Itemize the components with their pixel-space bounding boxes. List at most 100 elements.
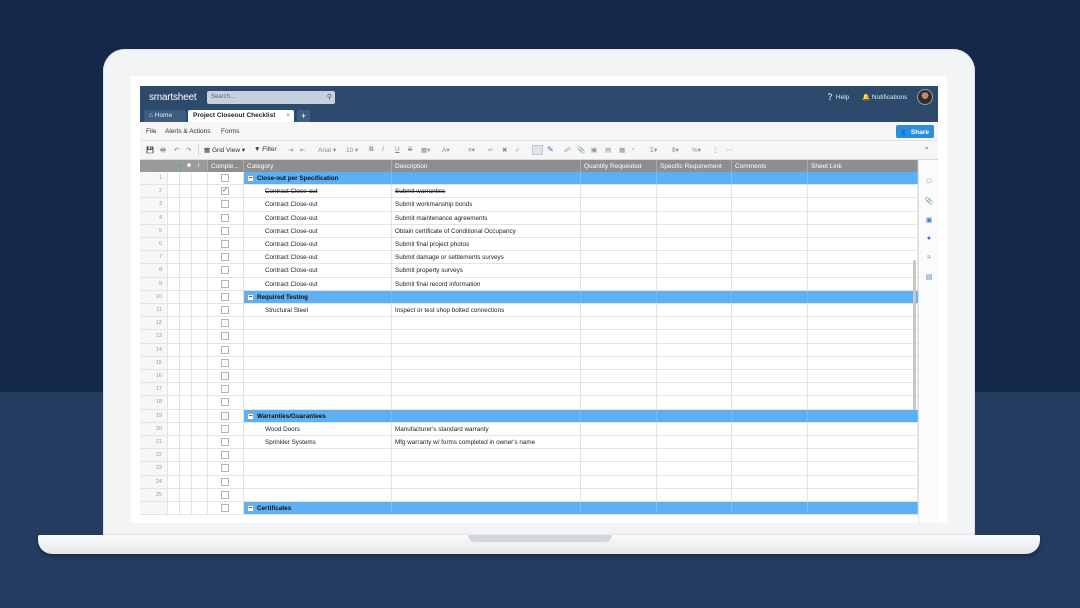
attachment-cell[interactable] (168, 462, 180, 475)
comments-cell[interactable] (732, 185, 808, 198)
notifications-link[interactable]: 🔔 Notifications (862, 93, 907, 101)
complete-cell[interactable] (208, 383, 244, 396)
category-cell[interactable]: Contract Close-out (244, 198, 392, 211)
comments-cell[interactable] (732, 409, 808, 422)
info-cell[interactable] (192, 488, 208, 501)
attachment-cell[interactable] (168, 198, 180, 211)
info-cell[interactable] (192, 317, 208, 330)
specific-requirement-cell[interactable] (657, 356, 732, 369)
undo-icon[interactable]: ↶ (174, 146, 179, 154)
category-cell[interactable]: Structural Steel (244, 304, 392, 317)
table-row[interactable]: 7 Contract Close-out Submit damage or sett… (140, 251, 918, 265)
comment-cell[interactable] (180, 396, 192, 409)
specific-requirement-cell[interactable] (657, 396, 732, 409)
category-cell[interactable]: Contract Close-out (244, 251, 392, 264)
quantity-cell[interactable] (581, 224, 657, 237)
table-row[interactable]: 12 (140, 317, 918, 331)
table-row[interactable]: 17 (140, 383, 918, 397)
info-cell[interactable] (192, 436, 208, 449)
quantity-cell[interactable] (581, 304, 657, 317)
info-cell[interactable] (192, 396, 208, 409)
table-row[interactable]: 13 (140, 330, 918, 344)
complete-checkbox[interactable] (221, 411, 229, 420)
comments-cell[interactable] (732, 198, 808, 211)
complete-cell[interactable] (208, 409, 244, 422)
table-row[interactable]: 10 − Required Testing (140, 290, 918, 304)
category-cell[interactable] (244, 356, 392, 369)
card-view-icon[interactable]: ▫ (632, 146, 634, 153)
description-cell[interactable] (392, 172, 581, 185)
attachment-cell[interactable] (168, 224, 180, 237)
info-cell[interactable] (192, 224, 208, 237)
complete-cell[interactable] (208, 172, 244, 185)
attachment-cell[interactable] (168, 370, 180, 383)
col-header-category[interactable]: Category (244, 160, 392, 172)
complete-cell[interactable] (208, 343, 244, 356)
comments-cell[interactable] (732, 462, 808, 475)
attachment-cell[interactable] (168, 475, 180, 488)
info-cell[interactable] (192, 409, 208, 422)
underline-button[interactable]: U (395, 146, 400, 153)
complete-checkbox[interactable] (221, 253, 229, 262)
grid-view-dropdown[interactable]: ▦ Grid View ▾ (204, 146, 245, 154)
description-cell[interactable] (392, 409, 581, 422)
sheet-link-cell[interactable] (808, 330, 918, 343)
description-cell[interactable]: Submit warranties (392, 185, 581, 198)
proofs-icon[interactable]: ▣ (924, 216, 934, 226)
description-cell[interactable] (392, 475, 581, 488)
sheet-link-cell[interactable] (808, 488, 918, 501)
category-cell[interactable]: Contract Close-out (244, 224, 392, 237)
quantity-cell[interactable] (581, 356, 657, 369)
attachment-cell[interactable] (168, 396, 180, 409)
comments-cell[interactable] (732, 238, 808, 251)
table-row[interactable]: 4 Contract Close-out Submit maintenance ag… (140, 211, 918, 225)
description-cell[interactable] (392, 502, 581, 515)
quantity-cell[interactable] (581, 317, 657, 330)
smartsheet-logo[interactable]: smartsheet (149, 92, 197, 103)
description-cell[interactable]: Submit damage or settlements surveys (392, 251, 581, 264)
specific-requirement-cell[interactable] (657, 185, 732, 198)
redo-icon[interactable]: ↷ (186, 146, 191, 154)
share-button[interactable]: 👥 Share (896, 125, 934, 138)
specific-requirement-cell[interactable] (657, 224, 732, 237)
complete-cell[interactable] (208, 436, 244, 449)
table-row[interactable]: 25 (140, 488, 918, 502)
complete-cell[interactable] (208, 396, 244, 409)
table-row[interactable]: 19 − Warranties/Guarantees (140, 409, 918, 423)
info-cell[interactable] (192, 383, 208, 396)
quantity-cell[interactable] (581, 475, 657, 488)
table-row[interactable]: 6 Contract Close-out Submit final project … (140, 238, 918, 252)
attachment-cell[interactable] (168, 277, 180, 290)
comment-cell[interactable] (180, 290, 192, 303)
attachment-cell[interactable] (168, 502, 180, 515)
specific-requirement-cell[interactable] (657, 211, 732, 224)
sheet-link-cell[interactable] (808, 356, 918, 369)
description-cell[interactable] (392, 383, 581, 396)
comments-cell[interactable] (732, 502, 808, 515)
category-cell[interactable] (244, 370, 392, 383)
complete-checkbox[interactable] (221, 385, 229, 394)
quantity-cell[interactable] (581, 488, 657, 501)
fill-color-icon[interactable]: ▩▾ (421, 146, 430, 154)
attachment-cell[interactable] (168, 422, 180, 435)
collapse-toggle-icon[interactable]: − (247, 293, 254, 301)
close-tab-icon[interactable]: × (286, 112, 290, 119)
specific-requirement-cell[interactable] (657, 277, 732, 290)
description-cell[interactable] (392, 370, 581, 383)
sheet-link-cell[interactable] (808, 290, 918, 303)
attachment-cell[interactable] (168, 251, 180, 264)
complete-cell[interactable] (208, 356, 244, 369)
sheet-link-cell[interactable] (808, 502, 918, 515)
table-row[interactable]: 11 Structural Steel Inspect or test shop b… (140, 304, 918, 318)
complete-cell[interactable] (208, 264, 244, 277)
comment-cell[interactable] (180, 251, 192, 264)
sheet-link-cell[interactable] (808, 343, 918, 356)
quantity-cell[interactable] (581, 172, 657, 185)
quantity-cell[interactable] (581, 277, 657, 290)
save-icon[interactable]: 💾 (146, 146, 154, 154)
quantity-cell[interactable] (581, 251, 657, 264)
link-icon[interactable]: ☍ (564, 146, 571, 154)
bold-button[interactable]: B (369, 146, 374, 153)
specific-requirement-cell[interactable] (657, 330, 732, 343)
menu-alerts-actions[interactable]: Alerts & Actions (165, 128, 211, 135)
